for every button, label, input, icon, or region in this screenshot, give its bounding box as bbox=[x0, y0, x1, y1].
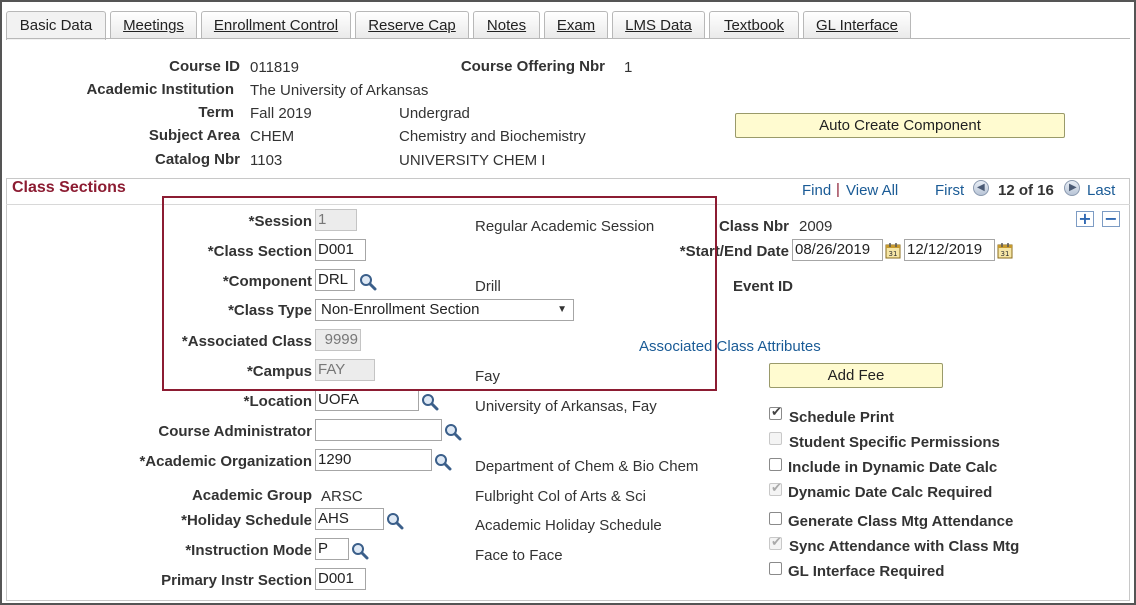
location-lookup-icon[interactable] bbox=[421, 393, 439, 411]
first-link[interactable]: First bbox=[935, 182, 964, 199]
dynamic-date-calc-required-label: Dynamic Date Calc Required bbox=[788, 484, 993, 501]
checkmark-icon: ✔ bbox=[771, 405, 782, 420]
last-link[interactable]: Last bbox=[1087, 182, 1115, 199]
tab-label: Basic Data bbox=[19, 17, 93, 34]
add-fee-button[interactable]: Add Fee bbox=[769, 363, 943, 388]
student-specific-permissions-checkbox bbox=[769, 432, 782, 445]
tab-label: Meetings bbox=[123, 17, 184, 34]
svg-text:31: 31 bbox=[1001, 250, 1010, 258]
academic-org-label: *Academic Organization bbox=[139, 453, 312, 470]
gl-interface-required-checkbox[interactable] bbox=[769, 562, 782, 575]
instruction-mode-field[interactable]: P bbox=[315, 538, 349, 560]
tab-bar: Basic Data Meetings Enrollment Control R… bbox=[2, 2, 1134, 40]
find-link[interactable]: Find bbox=[802, 182, 831, 199]
catalog-nbr-value: 1103 bbox=[250, 152, 283, 169]
tab-label: Enrollment Control bbox=[213, 17, 339, 34]
location-desc: University of Arkansas, Fay bbox=[475, 398, 657, 415]
course-admin-lookup-icon[interactable] bbox=[444, 423, 462, 441]
delete-row-icon[interactable]: − bbox=[1102, 211, 1120, 227]
generate-class-mtg-attendance-checkbox[interactable] bbox=[769, 512, 782, 525]
tab-gl-interface[interactable]: GL Interface bbox=[803, 11, 911, 39]
instruction-mode-label: *Instruction Mode bbox=[185, 542, 312, 559]
tab-basic-data[interactable]: Basic Data bbox=[6, 11, 106, 40]
tab-label: Notes bbox=[486, 17, 527, 34]
location-label: *Location bbox=[243, 393, 312, 410]
auto-create-component-button[interactable]: Auto Create Component bbox=[735, 113, 1065, 138]
nav-separator: | bbox=[836, 181, 840, 198]
tab-label: Exam bbox=[556, 17, 596, 34]
holiday-schedule-label: *Holiday Schedule bbox=[181, 512, 312, 529]
gl-interface-required-label: GL Interface Required bbox=[788, 563, 945, 580]
page-frame: Basic Data Meetings Enrollment Control R… bbox=[0, 0, 1136, 605]
end-date-field[interactable]: 12/12/2019 bbox=[904, 239, 995, 261]
next-row-icon[interactable]: ▶ bbox=[1064, 180, 1080, 196]
previous-row-icon[interactable]: ◀ bbox=[973, 180, 989, 196]
course-offering-value: 1 bbox=[624, 59, 633, 76]
tab-label: GL Interface bbox=[816, 17, 898, 34]
location-field[interactable]: UOFA bbox=[315, 389, 419, 411]
tab-label: LMS Data bbox=[625, 17, 692, 34]
catalog-nbr-desc: UNIVERSITY CHEM I bbox=[399, 152, 546, 169]
student-specific-permissions-label: Student Specific Permissions bbox=[789, 434, 1000, 451]
career-value: Undergrad bbox=[399, 105, 470, 122]
svg-text:31: 31 bbox=[889, 250, 898, 258]
tab-meetings[interactable]: Meetings bbox=[110, 11, 197, 39]
institution-value: The University of Arkansas bbox=[250, 82, 429, 99]
end-date-calendar-icon[interactable]: 31 bbox=[997, 242, 1013, 259]
catalog-nbr-label: Catalog Nbr bbox=[154, 151, 240, 168]
start-date-field[interactable]: 08/26/2019 bbox=[792, 239, 883, 261]
tab-exam[interactable]: Exam bbox=[544, 11, 608, 39]
course-admin-field[interactable] bbox=[315, 419, 442, 441]
include-dynamic-date-calc-label: Include in Dynamic Date Calc bbox=[788, 459, 998, 476]
schedule-print-label: Schedule Print bbox=[789, 409, 895, 426]
checkmark-icon: ✔ bbox=[771, 535, 782, 550]
schedule-print-checkbox[interactable]: ✔ bbox=[769, 405, 782, 420]
sync-attendance-label: Sync Attendance with Class Mtg bbox=[789, 538, 1020, 555]
course-admin-label: Course Administrator bbox=[158, 423, 312, 440]
institution-label: Academic Institution bbox=[86, 81, 234, 98]
instruction-mode-lookup-icon[interactable] bbox=[351, 542, 369, 560]
checkmark-icon: ✔ bbox=[771, 481, 782, 496]
course-offering-label: Course Offering Nbr bbox=[460, 58, 605, 75]
academic-group-label: Academic Group bbox=[191, 487, 312, 504]
course-id-value: 011819 bbox=[250, 59, 299, 76]
highlight-box bbox=[162, 196, 717, 391]
primary-instr-section-field[interactable]: D001 bbox=[315, 568, 366, 590]
tab-enrollment-control[interactable]: Enrollment Control bbox=[201, 11, 351, 39]
view-all-link[interactable]: View All bbox=[846, 182, 898, 199]
term-label: Term bbox=[198, 104, 234, 121]
tab-notes[interactable]: Notes bbox=[473, 11, 540, 39]
academic-group-desc: Fulbright Col of Arts & Sci bbox=[475, 488, 646, 505]
tab-reserve-cap[interactable]: Reserve Cap bbox=[355, 11, 469, 39]
course-id-label: Course ID bbox=[169, 58, 240, 75]
class-sections-title: Class Sections bbox=[12, 179, 126, 196]
include-dynamic-date-calc-checkbox[interactable] bbox=[769, 458, 782, 471]
tab-label: Reserve Cap bbox=[368, 17, 456, 34]
tab-label: Textbook bbox=[723, 17, 785, 34]
academic-org-desc: Department of Chem & Bio Chem bbox=[475, 458, 699, 475]
tab-lms-data[interactable]: LMS Data bbox=[612, 11, 705, 39]
holiday-schedule-field[interactable]: AHS bbox=[315, 508, 384, 530]
row-counter: 12 of 16 bbox=[998, 182, 1054, 199]
primary-instr-section-label: Primary Instr Section bbox=[161, 572, 312, 589]
tab-divider bbox=[6, 38, 1130, 39]
term-value: Fall 2019 bbox=[250, 105, 312, 122]
subject-area-label: Subject Area bbox=[148, 127, 240, 144]
subject-area-value: CHEM bbox=[250, 128, 295, 145]
subject-area-desc: Chemistry and Biochemistry bbox=[399, 128, 586, 145]
generate-class-mtg-attendance-label: Generate Class Mtg Attendance bbox=[788, 513, 1014, 530]
holiday-schedule-desc: Academic Holiday Schedule bbox=[475, 517, 662, 534]
academic-group-value: ARSC bbox=[321, 488, 363, 505]
class-nbr-value: 2009 bbox=[799, 218, 833, 235]
holiday-schedule-lookup-icon[interactable] bbox=[386, 512, 404, 530]
instruction-mode-desc: Face to Face bbox=[475, 547, 563, 564]
add-row-icon[interactable]: + bbox=[1076, 211, 1094, 227]
academic-org-field[interactable]: 1290 bbox=[315, 449, 432, 471]
academic-org-lookup-icon[interactable] bbox=[434, 453, 452, 471]
start-date-calendar-icon[interactable]: 31 bbox=[885, 242, 901, 259]
sync-attendance-checkbox: ✔ bbox=[769, 535, 782, 550]
dynamic-date-calc-required-checkbox: ✔ bbox=[769, 481, 782, 496]
tab-textbook[interactable]: Textbook bbox=[709, 11, 799, 39]
